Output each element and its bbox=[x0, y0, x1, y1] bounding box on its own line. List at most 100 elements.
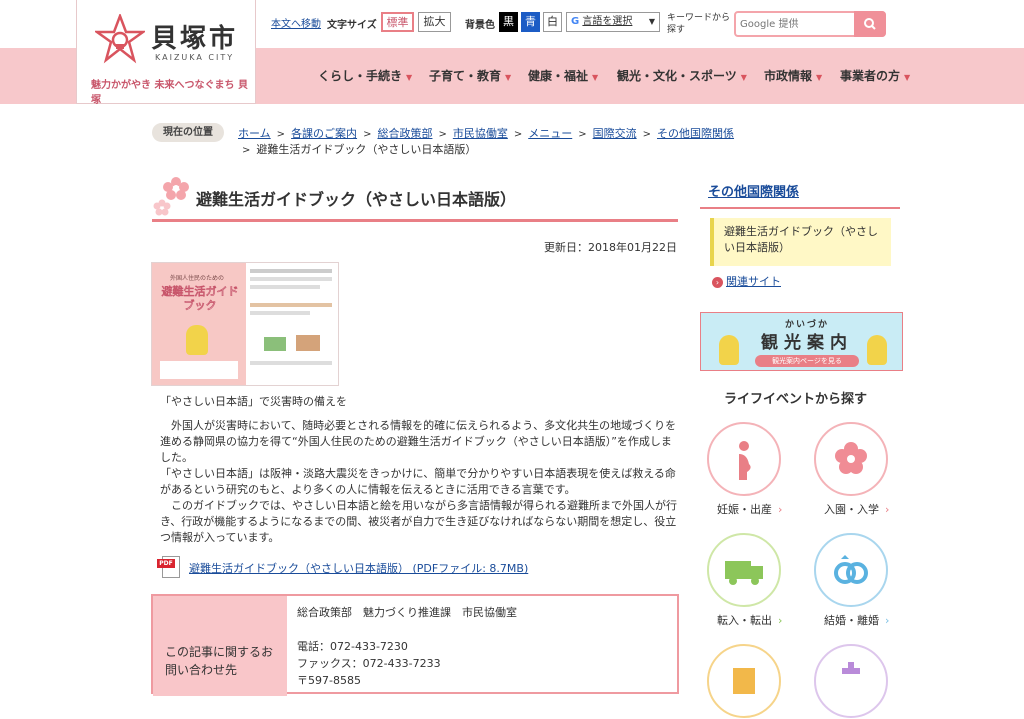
cover-title: 避難生活ガイドブック bbox=[161, 285, 239, 312]
nav-label: 事業者の方 bbox=[840, 69, 901, 83]
chevron-right-icon: > bbox=[363, 129, 372, 140]
triangle-down-icon: ▼ bbox=[740, 73, 747, 82]
nav-label: 健康・福祉 bbox=[528, 69, 589, 83]
breadcrumb-depts[interactable]: 各課のご案内 bbox=[291, 127, 357, 140]
search-box bbox=[734, 11, 886, 37]
life-school-label[interactable]: 入園・入学 › bbox=[824, 501, 889, 517]
life-event-button[interactable] bbox=[814, 644, 888, 718]
font-size-label: 文字サイズ bbox=[327, 20, 377, 31]
triangle-down-icon: ▼ bbox=[904, 73, 911, 82]
nav-label: くらし・手続き bbox=[318, 69, 403, 83]
city-tagline: 魅力かがやき 未来へつなぐまち 貝塚 bbox=[91, 80, 248, 106]
nav-item-childcare[interactable]: 子育て・教育 ▼ bbox=[429, 67, 511, 84]
life-pregnancy-button[interactable] bbox=[707, 422, 781, 496]
life-events-heading: ライフイベントから探す bbox=[724, 392, 868, 407]
rings-icon bbox=[834, 555, 868, 584]
contact-info: 総合政策部 魅力づくり推進課 市民協働室 電話：072-433-7230 ファッ… bbox=[297, 604, 517, 689]
article-paragraph: 「やさしい日本語」は阪神・淡路大震災をきっかけに、簡単で分かりやすい日本語表現を… bbox=[160, 467, 676, 496]
pregnancy-icon bbox=[739, 441, 751, 480]
chevron-right-icon: > bbox=[276, 129, 286, 140]
font-large-button[interactable]: 拡大 bbox=[418, 12, 451, 32]
banner-title: 観光案内 bbox=[761, 333, 853, 353]
life-school-button[interactable] bbox=[814, 422, 888, 496]
life-marriage-button[interactable] bbox=[814, 533, 888, 607]
nav-item-tourism[interactable]: 観光・文化・スポーツ ▼ bbox=[617, 67, 747, 84]
mascot-icon bbox=[186, 325, 208, 355]
city-emblem-icon bbox=[95, 14, 145, 64]
breadcrumb-other-intl[interactable]: その他国際関係 bbox=[657, 127, 734, 140]
chevron-down-icon: ▼ bbox=[648, 17, 655, 26]
breadcrumb-civic[interactable]: 市民協働室 bbox=[453, 127, 508, 140]
arrow-right-icon: › bbox=[712, 277, 723, 288]
contact-label-cell: この記事に関するお問い合わせ先 bbox=[153, 596, 287, 696]
nav-label: 市政情報 bbox=[764, 69, 813, 83]
sidebar-heading[interactable]: その他国際関係 bbox=[708, 181, 799, 200]
contact-box: この記事に関するお問い合わせ先 総合政策部 魅力づくり推進課 市民協働室 電話：… bbox=[151, 594, 679, 696]
font-standard-button[interactable]: 標準 bbox=[381, 12, 414, 32]
nav-label: 観光・文化・スポーツ bbox=[617, 69, 737, 83]
search-input[interactable] bbox=[740, 15, 852, 33]
page-title: 避難生活ガイドブック（やさしい日本語版） bbox=[196, 190, 517, 209]
faucet-icon bbox=[842, 662, 860, 674]
contact-label: この記事に関するお問い合わせ先 bbox=[165, 645, 274, 677]
life-event-button[interactable] bbox=[707, 644, 781, 718]
nav-item-health[interactable]: 健康・福祉 ▼ bbox=[528, 67, 598, 84]
triangle-down-icon: ▼ bbox=[592, 73, 599, 82]
breadcrumb-current: 避難生活ガイドブック（やさしい日本語版） bbox=[256, 143, 477, 156]
chevron-right-icon: › bbox=[885, 614, 890, 627]
bg-black-button[interactable]: 黒 bbox=[499, 12, 518, 32]
pdf-link[interactable]: 避難生活ガイドブック（やさしい日本語版） (PDFファイル: 8.7MB) bbox=[189, 560, 528, 576]
life-marriage-label[interactable]: 結婚・離婚 › bbox=[824, 612, 889, 628]
cover-form bbox=[160, 361, 238, 379]
page-title-block: 避難生活ガイドブック（やさしい日本語版） bbox=[152, 176, 678, 222]
breadcrumb-intl[interactable]: 国際交流 bbox=[593, 127, 637, 140]
bg-blue-button[interactable]: 青 bbox=[521, 12, 540, 32]
skip-link[interactable]: 本文へ移動 bbox=[271, 15, 321, 30]
mascot-icon bbox=[719, 335, 739, 365]
triangle-down-icon: ▼ bbox=[816, 73, 823, 82]
life-pregnancy-label[interactable]: 妊娠・出産 › bbox=[717, 501, 782, 517]
bg-color-label: 背景色 bbox=[465, 20, 495, 31]
article-paragraph: このガイドブックでは、やさしい日本語と絵を用いながら多言語情報が得られる避難所ま… bbox=[160, 499, 677, 544]
life-moving-button[interactable] bbox=[707, 533, 781, 607]
article-paragraph: 外国人が災害時において、随時必要とされる情報を的確に伝えられるよう、多文化共生の… bbox=[160, 419, 677, 464]
contact-zip: 〒597-8585 bbox=[297, 674, 361, 687]
cover-small-title: 外国人住民のための bbox=[170, 275, 225, 282]
breadcrumb-menu[interactable]: メニュー bbox=[528, 127, 572, 140]
breadcrumb-label: 現在の位置 bbox=[152, 123, 224, 142]
city-name: 貝塚市 bbox=[151, 24, 239, 54]
life-moving-label[interactable]: 転入・転出 › bbox=[717, 612, 782, 628]
contact-fax: ファックス：072-433-7233 bbox=[297, 657, 441, 670]
related-sites-link[interactable]: 関連サイト bbox=[726, 275, 781, 288]
building-icon bbox=[733, 668, 755, 694]
search-icon bbox=[864, 18, 876, 30]
contact-dept: 総合政策部 魅力づくり推進課 市民協働室 bbox=[297, 606, 517, 619]
sakura-icon bbox=[153, 177, 189, 216]
related-sites[interactable]: › 関連サイト bbox=[712, 273, 781, 289]
nav-label: 子育て・教育 bbox=[429, 69, 502, 83]
chevron-right-icon: > bbox=[578, 129, 587, 140]
breadcrumb-home[interactable]: ホーム bbox=[238, 127, 271, 140]
city-logo[interactable]: 貝塚市 KAIZUKA CITY 魅力かがやき 未来へつなぐまち 貝塚 bbox=[76, 0, 256, 106]
google-g-icon: G bbox=[571, 16, 580, 27]
language-select-label: 言語を選択 bbox=[582, 16, 633, 27]
cover-right bbox=[246, 263, 338, 385]
tourism-banner[interactable]: かいづか 観光案内 観光案内ページを見る bbox=[700, 312, 903, 371]
language-select[interactable]: G 言語を選択 ▼ bbox=[566, 12, 660, 32]
nav-item-living[interactable]: くらし・手続き ▼ bbox=[318, 67, 412, 84]
chevron-right-icon: > bbox=[513, 129, 523, 140]
sidebar-heading-link[interactable]: その他国際関係 bbox=[708, 185, 799, 200]
sakura-icon bbox=[835, 442, 867, 474]
banner-button[interactable]: 観光案内ページを見る bbox=[755, 355, 859, 367]
chevron-right-icon: > bbox=[438, 129, 447, 140]
chevron-right-icon: › bbox=[778, 614, 783, 627]
chevron-right-icon: > bbox=[242, 145, 251, 156]
contact-tel: 電話：072-433-7230 bbox=[297, 640, 408, 653]
bg-white-button[interactable]: 白 bbox=[543, 12, 562, 32]
nav-item-business[interactable]: 事業者の方 ▼ bbox=[840, 67, 910, 84]
city-name-en: KAIZUKA CITY bbox=[155, 53, 235, 62]
breadcrumb-policy[interactable]: 総合政策部 bbox=[377, 127, 432, 140]
nav-item-city-info[interactable]: 市政情報 ▼ bbox=[764, 67, 822, 84]
search-button[interactable] bbox=[854, 11, 886, 37]
sidebar-item-current[interactable]: 避難生活ガイドブック（やさしい日本語版） bbox=[710, 218, 891, 266]
